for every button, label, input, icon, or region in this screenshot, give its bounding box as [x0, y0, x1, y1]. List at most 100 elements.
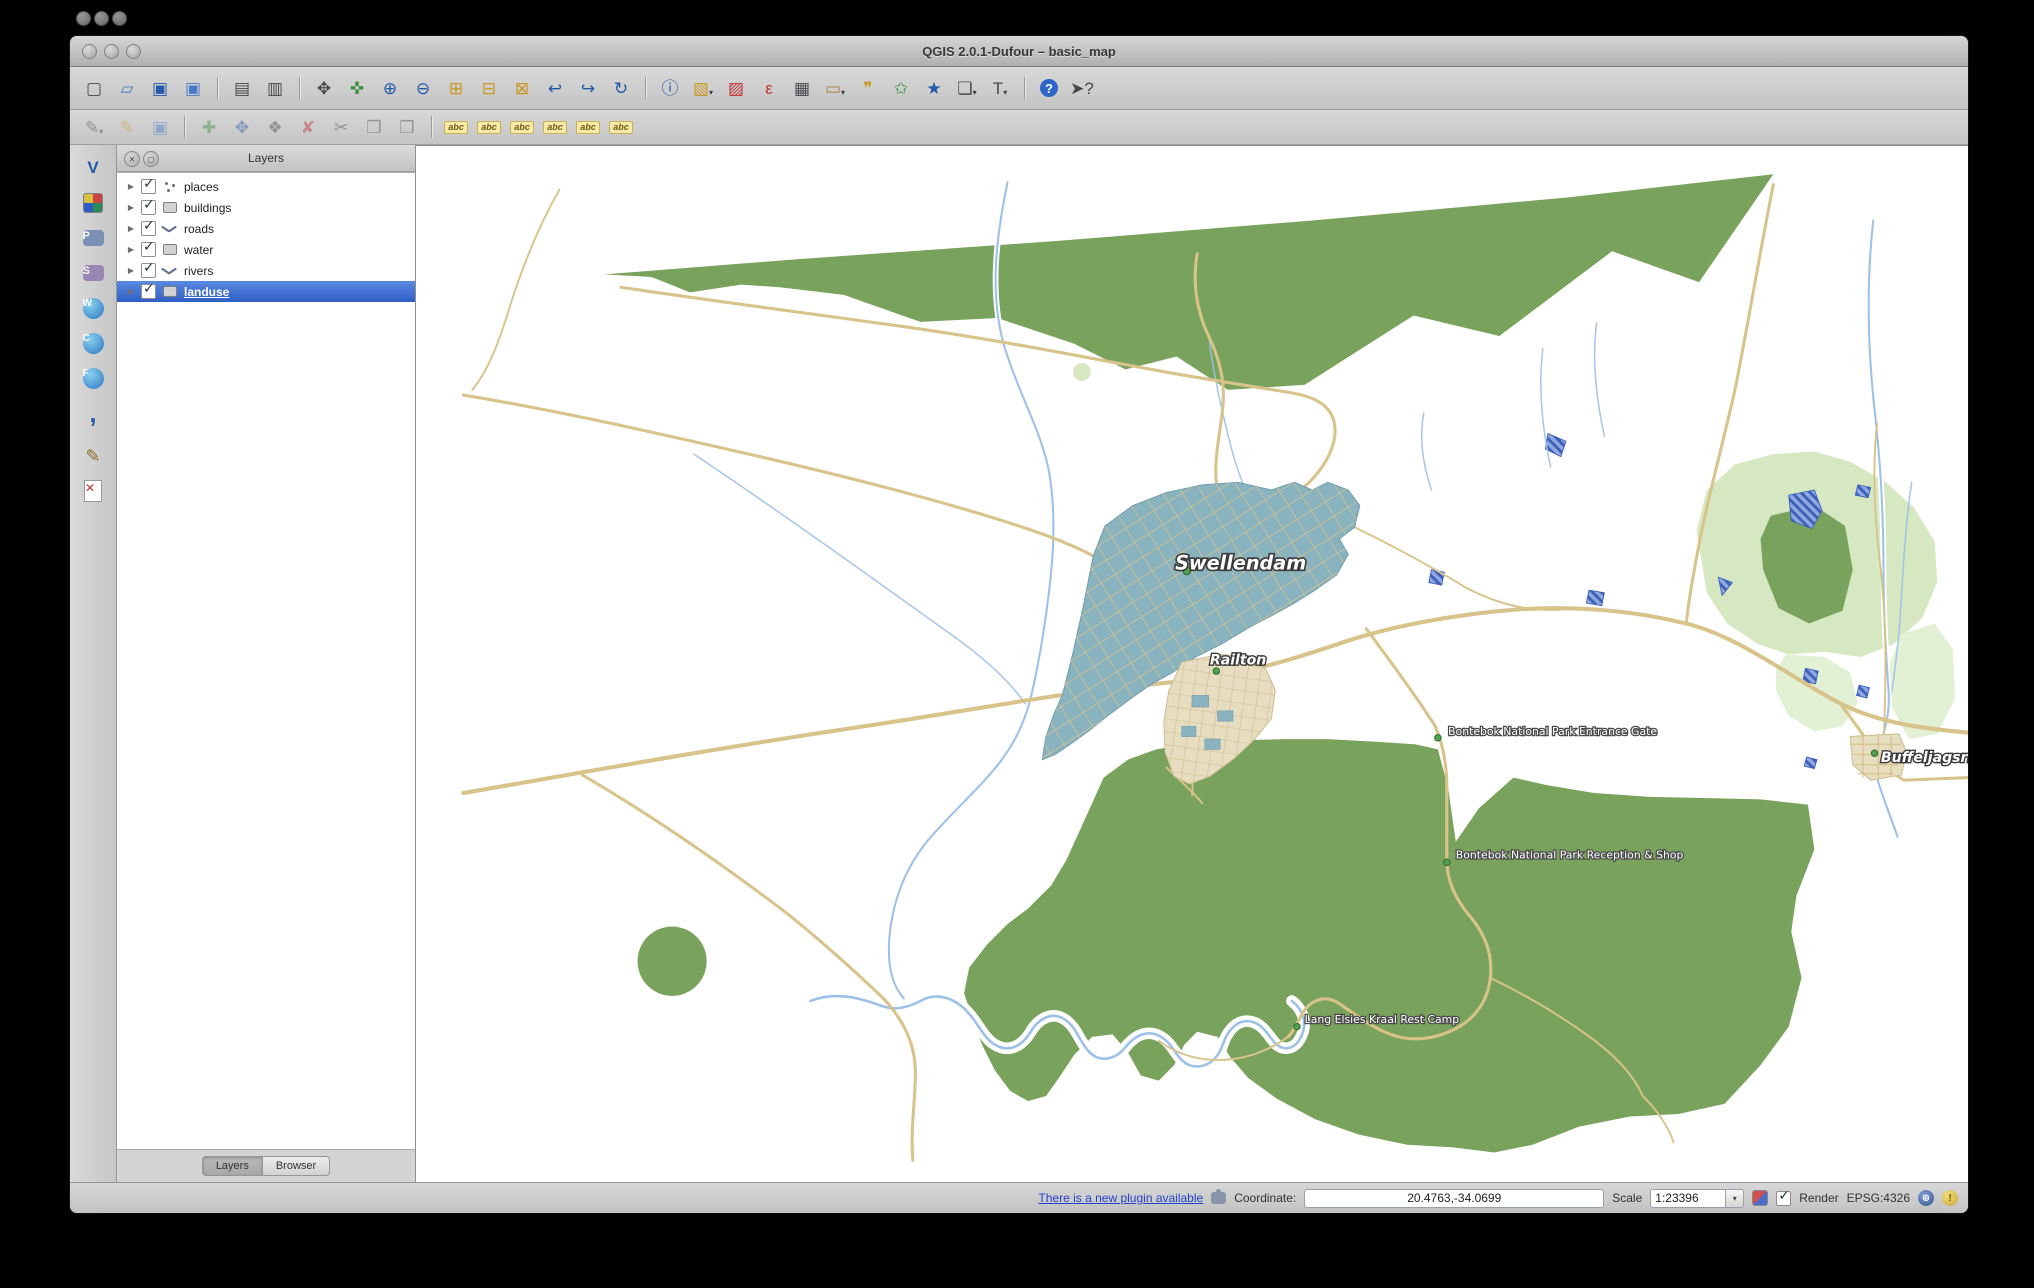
select-rectangle-icon: ▧	[693, 80, 709, 97]
layer-row-landuse[interactable]: ▶ ✓ landuse	[117, 281, 415, 302]
save-disk-icon: ▣	[152, 80, 168, 97]
toolbar-separator	[645, 77, 646, 99]
highlight-pinned-labels-button[interactable]: abc	[506, 113, 538, 141]
move-label-button[interactable]: abc	[539, 113, 571, 141]
layer-row-rivers[interactable]: ▶ ✓ rivers	[117, 260, 415, 281]
new-print-composer-button[interactable]: ▤	[226, 74, 258, 102]
tab-browser[interactable]: Browser	[262, 1156, 330, 1176]
expand-triangle-icon[interactable]: ▶	[126, 287, 136, 296]
zoom-next-button[interactable]: ↪	[572, 74, 604, 102]
polygon-layer-icon	[161, 285, 179, 298]
add-wms-layer-button[interactable]: W	[78, 293, 108, 323]
minimize-button[interactable]	[104, 44, 119, 59]
toggle-editing-button[interactable]: ✎	[111, 113, 143, 141]
text-annotation-button[interactable]: T▾	[984, 74, 1016, 102]
layer-visibility-checkbox[interactable]: ✓	[141, 179, 156, 194]
render-checkbox[interactable]: ✓	[1776, 1191, 1791, 1206]
pin-unpin-labels-button[interactable]: abc	[473, 113, 505, 141]
map-canvas[interactable]: Swellendam Railton Buffeljagsrivier Bont…	[416, 145, 1968, 1182]
deselect-features-button[interactable]: ▨	[720, 74, 752, 102]
zoom-window-button[interactable]	[126, 44, 141, 59]
change-label-button[interactable]: abc	[605, 113, 637, 141]
zoom-full-extent-button[interactable]: ⊞	[440, 74, 472, 102]
show-bookmarks-button[interactable]: ★	[918, 74, 950, 102]
new-shapefile-layer-button[interactable]: ✎	[78, 441, 108, 471]
layer-row-water[interactable]: ▶ ✓ water	[117, 239, 415, 260]
toolbar-separator	[431, 116, 432, 138]
save-project-button[interactable]: ▣	[144, 74, 176, 102]
render-status-icon	[1752, 1190, 1768, 1206]
layer-visibility-checkbox[interactable]: ✓	[141, 284, 156, 299]
zoom-to-layer-button[interactable]: ⊠	[506, 74, 538, 102]
paste-features-button[interactable]: ❒	[391, 113, 423, 141]
layer-name: buildings	[184, 201, 231, 215]
composer-manager-button[interactable]: ▥	[259, 74, 291, 102]
add-vector-layer-icon: V	[87, 158, 98, 178]
add-spatialite-layer-button[interactable]: S	[78, 258, 108, 288]
layer-labeling-options-button[interactable]: abc	[440, 113, 472, 141]
save-layer-edits-button[interactable]: ▣	[144, 113, 176, 141]
add-wfs-layer-button[interactable]: F	[78, 363, 108, 393]
layer-row-places[interactable]: ▶ ✓ places	[117, 176, 415, 197]
measure-button[interactable]: ▭▾	[819, 74, 851, 102]
panel-float-button[interactable]: ◻	[143, 151, 159, 167]
zoom-in-button[interactable]: ⊕	[374, 74, 406, 102]
layer-row-buildings[interactable]: ▶ ✓ buildings	[117, 197, 415, 218]
copy-features-button[interactable]: ❐	[358, 113, 390, 141]
add-raster-layer-button[interactable]	[78, 188, 108, 218]
deselect-icon: ▨	[728, 80, 744, 97]
add-delimited-text-layer-button[interactable]: ,	[78, 398, 108, 436]
crs-status-icon[interactable]: ⊕	[1918, 1190, 1934, 1206]
new-plugin-link[interactable]: There is a new plugin available	[1038, 1191, 1203, 1205]
open-attribute-table-button[interactable]: ▦	[786, 74, 818, 102]
help-button[interactable]: ?	[1033, 74, 1065, 102]
expand-triangle-icon[interactable]: ▶	[126, 245, 136, 254]
add-postgis-layer-button[interactable]: P	[78, 223, 108, 253]
expand-triangle-icon[interactable]: ▶	[126, 182, 136, 191]
move-feature-button[interactable]: ✥	[226, 113, 258, 141]
zoom-out-button[interactable]: ⊖	[407, 74, 439, 102]
expand-triangle-icon[interactable]: ▶	[126, 224, 136, 233]
open-project-button[interactable]: ▱	[111, 74, 143, 102]
add-vector-layer-button[interactable]: V	[78, 153, 108, 183]
expand-triangle-icon[interactable]: ▶	[126, 203, 136, 212]
add-feature-button[interactable]: ✚	[193, 113, 225, 141]
layer-row-roads[interactable]: ▶ ✓ roads	[117, 218, 415, 239]
pan-map-button[interactable]: ✥	[308, 74, 340, 102]
node-tool-button[interactable]: ❖	[259, 113, 291, 141]
add-wcs-layer-button[interactable]: C	[78, 328, 108, 358]
coordinate-input[interactable]	[1304, 1189, 1604, 1208]
layer-visibility-checkbox[interactable]: ✓	[141, 200, 156, 215]
plugin-icon[interactable]	[1211, 1192, 1226, 1204]
zoom-last-button[interactable]: ↩	[539, 74, 571, 102]
current-edits-button[interactable]: ✎▾	[78, 113, 110, 141]
annotation-button[interactable]: ❏▾	[951, 74, 983, 102]
layer-visibility-checkbox[interactable]: ✓	[141, 221, 156, 236]
zoom-to-selection-button[interactable]: ⊟	[473, 74, 505, 102]
rotate-label-button[interactable]: abc	[572, 113, 604, 141]
scale-input[interactable]	[1650, 1189, 1726, 1208]
tab-layers[interactable]: Layers	[202, 1156, 262, 1176]
pan-to-selection-button[interactable]: ✜	[341, 74, 373, 102]
layer-visibility-checkbox[interactable]: ✓	[141, 263, 156, 278]
whats-this-button[interactable]: ➤?	[1066, 74, 1098, 102]
scale-dropdown-arrow-icon[interactable]: ▾	[1726, 1189, 1744, 1208]
delete-selected-button[interactable]: ✘	[292, 113, 324, 141]
identify-features-button[interactable]: ⓘ	[654, 74, 686, 102]
select-features-button[interactable]: ▧▾	[687, 74, 719, 102]
panel-close-button[interactable]: ✕	[124, 151, 140, 167]
map-tips-button[interactable]: ❞	[852, 74, 884, 102]
composer-toolbar-group: ▤ ▥	[226, 74, 291, 102]
layer-visibility-checkbox[interactable]: ✓	[141, 242, 156, 257]
log-messages-icon[interactable]: !	[1942, 1190, 1958, 1206]
select-by-expression-button[interactable]: ε	[753, 74, 785, 102]
new-project-button[interactable]: ▢	[78, 74, 110, 102]
save-project-as-button[interactable]: ▣	[177, 74, 209, 102]
refresh-map-button[interactable]: ↻	[605, 74, 637, 102]
expand-triangle-icon[interactable]: ▶	[126, 266, 136, 275]
title-bar[interactable]: QGIS 2.0.1-Dufour – basic_map	[70, 36, 1968, 67]
cut-features-button[interactable]: ✂	[325, 113, 357, 141]
new-bookmark-button[interactable]: ✩	[885, 74, 917, 102]
close-button[interactable]	[82, 44, 97, 59]
remove-layer-button[interactable]: ✕	[78, 476, 108, 506]
